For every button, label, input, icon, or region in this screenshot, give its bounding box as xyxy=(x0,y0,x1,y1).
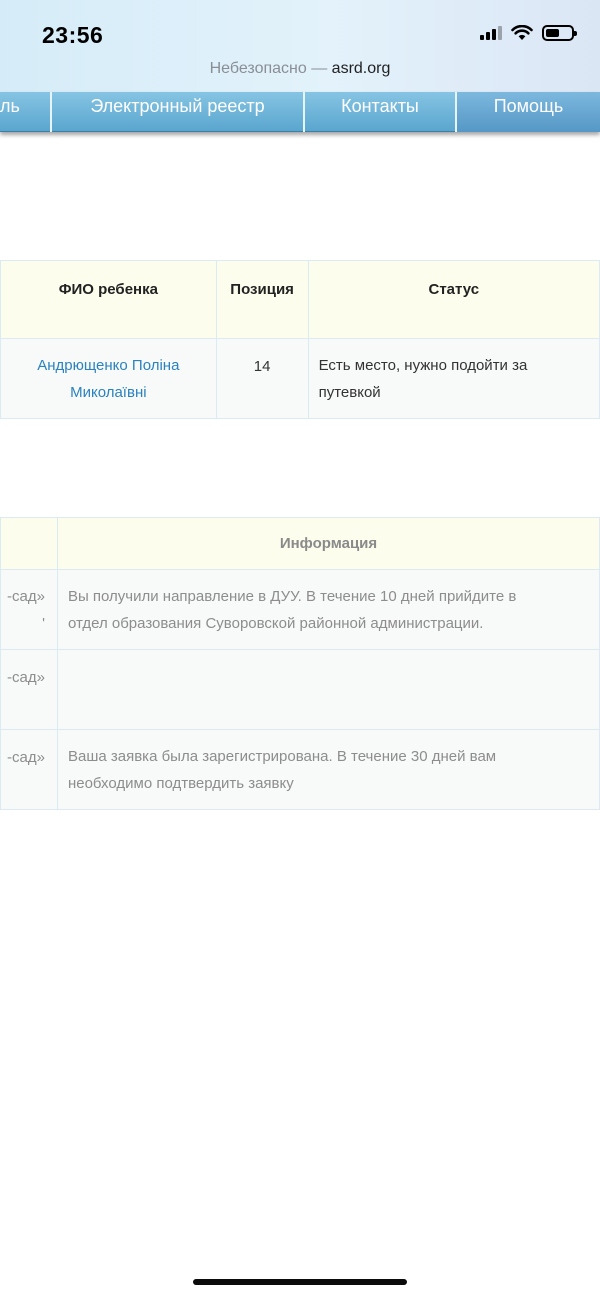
status-value: Есть место, нужно подойти за путевкой xyxy=(307,338,600,419)
info-line1: Ваша заявка была зарегистрирована. В теч… xyxy=(67,747,497,765)
table-row: Андрющенко Поліна Миколаївні 14 Есть мес… xyxy=(0,338,600,419)
header-child-name: ФИО ребенка xyxy=(0,260,217,339)
browser-chrome: 23:56 Небезопасно — asrd.org xyxy=(0,0,600,92)
header-position: Позиция xyxy=(215,260,309,339)
info-line2: необходимо подтвердить заявку xyxy=(67,774,294,792)
nav-item-profile[interactable]: ль xyxy=(0,92,52,132)
table-row: -сад» ' Вы получили направление в ДУУ. В… xyxy=(0,569,600,650)
status-line1: Есть место, нужно подойти за xyxy=(318,356,528,374)
url-separator: — xyxy=(311,60,328,77)
table-header-row: Информация xyxy=(0,517,600,570)
left-text: -сад» xyxy=(7,587,45,605)
left-text: -сад» xyxy=(7,749,45,766)
left-text: ' xyxy=(42,614,45,632)
address-bar[interactable]: Небезопасно — asrd.org xyxy=(0,60,600,78)
nav-item-contacts[interactable]: Контакты xyxy=(305,92,457,132)
status-line2: путевкой xyxy=(318,383,381,401)
battery-icon xyxy=(542,25,577,41)
history-table: Информация -сад» ' Вы получили направлен… xyxy=(0,517,600,810)
table-row: -сад» Ваша заявка была зарегистрирована.… xyxy=(0,729,600,810)
status-icons xyxy=(480,25,577,41)
cellular-signal-icon xyxy=(480,26,502,40)
home-indicator[interactable] xyxy=(193,1279,407,1285)
row-left-cell: -сад» ' xyxy=(0,569,58,650)
header-status: Статус xyxy=(307,260,600,339)
info-cell: Вы получили направление в ДУУ. В течение… xyxy=(56,569,600,650)
position-value: 14 xyxy=(215,338,309,419)
left-text: -сад» xyxy=(7,669,45,686)
wifi-icon xyxy=(511,25,533,40)
row-left-cell: -сад» xyxy=(0,729,58,810)
table-header-row: ФИО ребенка Позиция Статус xyxy=(0,260,600,339)
info-line2: отдел образования Суворовской районной а… xyxy=(67,614,484,632)
security-label: Небезопасно xyxy=(209,60,307,77)
child-name-line1: Андрющенко Поліна xyxy=(37,356,180,374)
header-info: Информация xyxy=(56,517,600,570)
info-cell: Ваша заявка была зарегистрирована. В теч… xyxy=(56,729,600,810)
nav-item-help[interactable]: Помощь xyxy=(457,92,600,132)
child-name-line2: Миколаївні xyxy=(70,383,147,401)
child-name-link[interactable]: Андрющенко Поліна Миколаївні xyxy=(0,338,217,419)
info-cell xyxy=(56,649,600,730)
main-nav: ль Электронный реестр Контакты Помощь xyxy=(0,92,600,132)
info-line1: Вы получили направление в ДУУ. В течение… xyxy=(67,587,517,605)
url-domain: asrd.org xyxy=(331,60,391,77)
nav-item-registry[interactable]: Электронный реестр xyxy=(52,92,305,132)
header-left xyxy=(0,517,58,570)
table-row: -сад» xyxy=(0,649,600,730)
children-table: ФИО ребенка Позиция Статус Андрющенко По… xyxy=(0,260,600,419)
row-left-cell: -сад» xyxy=(0,649,58,730)
status-time: 23:56 xyxy=(42,22,104,48)
